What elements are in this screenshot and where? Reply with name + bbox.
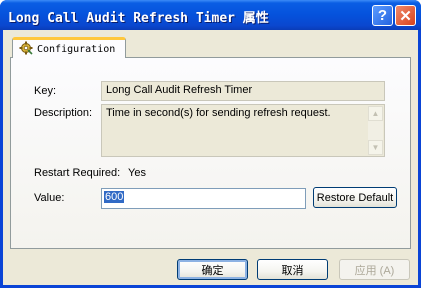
description-textarea[interactable]: Time in second(s) for sending refresh re… — [101, 104, 385, 157]
description-label: Description: — [34, 107, 93, 119]
restart-required-label: Restart Required: — [34, 167, 121, 179]
tab-configuration-label: Configuration — [37, 43, 116, 55]
description-value: Time in second(s) for sending refresh re… — [106, 107, 331, 119]
restart-required-value: Yes — [128, 167, 146, 179]
apply-button[interactable]: 应用 (A) — [339, 259, 410, 280]
scroll-up-arrow-icon[interactable]: ▲ — [368, 106, 383, 121]
value-input-text: 600 — [104, 191, 125, 203]
cancel-button[interactable]: 取消 — [257, 259, 328, 280]
ok-button[interactable]: 确定 — [177, 259, 248, 280]
close-icon: ✕ — [399, 7, 412, 25]
close-button[interactable]: ✕ — [395, 5, 416, 26]
cancel-label: 取消 — [281, 264, 304, 277]
value-label: Value: — [34, 192, 65, 204]
apply-label: 应用 (A) — [354, 264, 395, 277]
dialog-client-area: Configuration Key: Long Call Audit Refre… — [3, 30, 418, 285]
tab-configuration[interactable]: Configuration — [12, 37, 126, 58]
scroll-down-arrow-icon[interactable]: ▼ — [368, 140, 383, 155]
help-icon: ? — [377, 7, 388, 24]
key-field: Long Call Audit Refresh Timer — [101, 81, 385, 101]
title-bar[interactable]: Long Call Audit Refresh Timer 属性 ? ✕ — [0, 0, 421, 30]
key-value: Long Call Audit Refresh Timer — [106, 84, 253, 96]
restore-default-label: Restore Default — [316, 191, 394, 204]
restore-default-button[interactable]: Restore Default — [313, 187, 397, 208]
window-title: Long Call Audit Refresh Timer 属性 — [8, 11, 269, 26]
description-scrollbar[interactable]: ▲ ▼ — [368, 106, 383, 155]
configuration-panel: Key: Long Call Audit Refresh Timer Descr… — [10, 57, 411, 249]
gear-settings-icon — [19, 41, 33, 58]
value-input[interactable]: 600 — [101, 188, 306, 209]
dialog-window: Long Call Audit Refresh Timer 属性 ? ✕ Con… — [0, 0, 421, 288]
ok-label: 确定 — [201, 264, 224, 277]
help-button[interactable]: ? — [372, 5, 393, 26]
key-label: Key: — [34, 85, 57, 97]
